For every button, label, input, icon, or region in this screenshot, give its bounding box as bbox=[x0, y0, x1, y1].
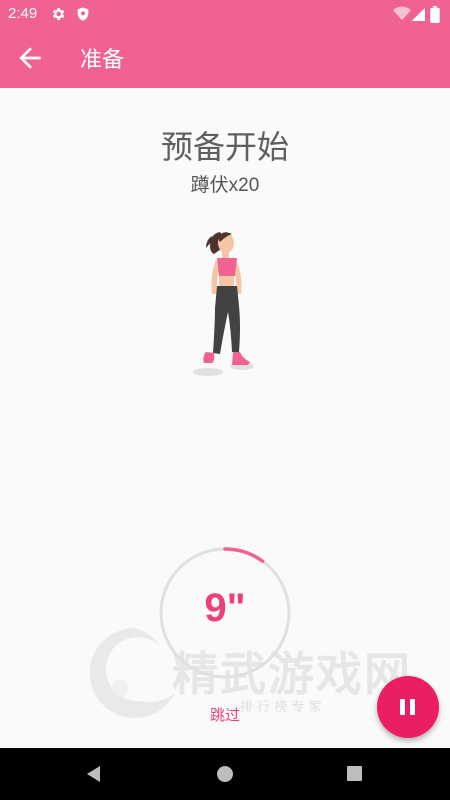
system-nav-bar bbox=[0, 748, 450, 800]
exercise-name: 蹲伏x20 bbox=[190, 175, 260, 196]
wifi-icon bbox=[393, 6, 411, 26]
main-content: 预备开始 蹲伏x20 精武游戏网 排 行 榜 专 家 9" 跳过 bbox=[0, 88, 450, 748]
pause-button[interactable] bbox=[377, 676, 439, 738]
exercise-figure-illustration bbox=[193, 232, 254, 376]
ready-heading: 预备开始 bbox=[160, 128, 289, 166]
status-time: 2:49 bbox=[8, 5, 38, 22]
countdown-value: 9" bbox=[204, 586, 246, 630]
settings-icon bbox=[50, 6, 66, 26]
status-bar: 2:49 bbox=[0, 0, 450, 28]
back-arrow-icon[interactable] bbox=[14, 42, 46, 74]
nav-home-icon[interactable] bbox=[215, 764, 235, 784]
page-title: 准备 bbox=[80, 48, 125, 73]
app-bar: 准备 bbox=[0, 28, 450, 88]
signal-icon bbox=[411, 6, 425, 26]
nav-recents-icon[interactable] bbox=[345, 764, 365, 784]
battery-icon bbox=[430, 6, 440, 27]
nav-back-icon[interactable] bbox=[84, 764, 104, 784]
shield-icon bbox=[75, 6, 91, 26]
